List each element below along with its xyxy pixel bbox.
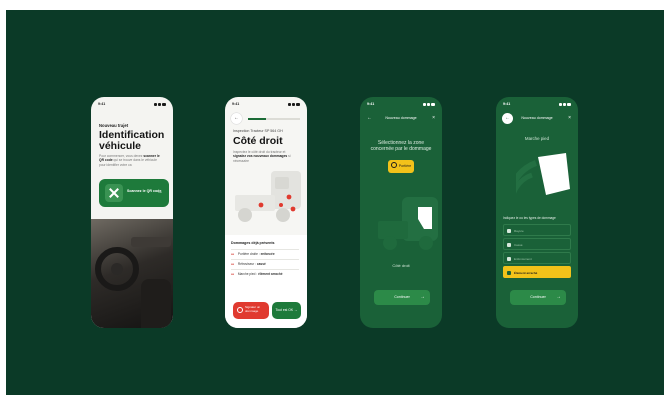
header-title: Nouveau dommage — [521, 116, 553, 120]
truck-cabin-photo — [91, 219, 173, 328]
status-time: 9:41 — [503, 102, 511, 106]
qr-scan-icon — [105, 184, 123, 202]
step-zone-illustration — [516, 153, 570, 195]
damage-row: Marche pied : élément arraché — [231, 269, 299, 278]
back-icon[interactable]: ← — [367, 113, 372, 123]
truck-side-diagram — [235, 171, 301, 222]
showcase-background: 9:41 Nouveau trajet Identification véhic… — [6, 10, 664, 395]
damage-option[interactable]: Rayure — [503, 224, 571, 236]
status-time: 9:41 — [98, 102, 106, 106]
damage-option-selected[interactable]: Élément arraché — [503, 266, 571, 278]
damage-severity-icon — [231, 250, 237, 259]
phone-select-zone: 9:41 ← Nouveau dommage × Sélectionnez la… — [360, 97, 442, 328]
status-bar: 9:41 — [98, 102, 166, 108]
back-button[interactable]: ← — [502, 113, 513, 124]
signal-battery-icon — [423, 103, 435, 106]
damage-marker — [290, 206, 296, 212]
instructions-text: Pour commencer, vous devez scanner le QR… — [99, 154, 160, 167]
damages-heading: Dommages déjà présents — [231, 241, 275, 245]
status-time: 9:41 — [367, 102, 375, 106]
report-damage-button[interactable]: Signaler un dommage — [233, 302, 269, 319]
back-button[interactable]: ← — [231, 113, 242, 124]
continue-button[interactable]: Continuer → — [510, 290, 566, 305]
phone-damage-type: 9:41 Nouveau dommage × ← Marche pied Ind… — [496, 97, 578, 328]
status-time: 9:41 — [232, 102, 240, 106]
damage-marker — [286, 194, 292, 200]
damage-row: Portière droite : enfoncée — [231, 249, 299, 258]
page-title: Identification véhicule — [99, 129, 165, 152]
modal-header: ← Nouveau dommage × — [360, 113, 442, 123]
selected-zone-chip[interactable]: Portière — [388, 160, 414, 173]
damage-option[interactable]: Cassé — [503, 238, 571, 250]
inspection-subtitle: Inspection Tracteur SP 564 GH — [233, 129, 283, 133]
phone-side-inspection: 9:41 ← Inspection Tracteur SP 564 GH Côt… — [225, 97, 307, 328]
alert-icon — [237, 307, 243, 313]
damage-type-question: Indiquez le ou les types de dommage — [503, 216, 556, 220]
truck-zone-diagram — [378, 197, 438, 250]
progress-bar — [248, 118, 300, 120]
header-title: Nouveau dommage — [385, 116, 417, 120]
arrow-right-icon: → — [420, 294, 425, 300]
zone-label: Marche pied — [524, 136, 550, 141]
signal-battery-icon — [559, 103, 571, 106]
damage-marker — [258, 202, 264, 208]
status-bar: 9:41 — [232, 102, 300, 108]
zone-question: Sélectionnez la zone concernée par le do… — [370, 140, 432, 152]
scan-qr-button[interactable]: Scannez le QR code → — [99, 179, 169, 207]
side-label: Côté droit — [392, 263, 410, 268]
arrow-right-icon: → — [157, 189, 163, 195]
page-title: Côté droit — [233, 135, 283, 147]
damage-marker — [279, 203, 283, 207]
close-icon[interactable]: × — [568, 113, 571, 123]
screen-label: Nouveau trajet — [99, 123, 129, 128]
close-icon[interactable]: × — [432, 113, 435, 123]
status-bar: 9:41 — [503, 102, 571, 108]
damage-severity-icon — [231, 260, 237, 269]
arrow-right-icon: → — [556, 294, 561, 300]
damage-severity-icon — [231, 270, 237, 279]
instructions-text: Inspectez le côté droit du tracteur et s… — [233, 150, 291, 163]
signal-battery-icon — [154, 103, 166, 106]
damage-option[interactable]: Enfoncement — [503, 252, 571, 264]
phone-vehicle-identification: 9:41 Nouveau trajet Identification véhic… — [91, 97, 173, 328]
continue-button[interactable]: Continuer → — [374, 290, 430, 305]
all-ok-button[interactable]: Tout est OK → — [272, 302, 301, 319]
damage-row: Rétroviseur : cassé — [231, 259, 299, 268]
arrow-right-icon: → — [294, 308, 298, 312]
signal-battery-icon — [288, 103, 300, 106]
status-bar: 9:41 — [367, 102, 435, 108]
